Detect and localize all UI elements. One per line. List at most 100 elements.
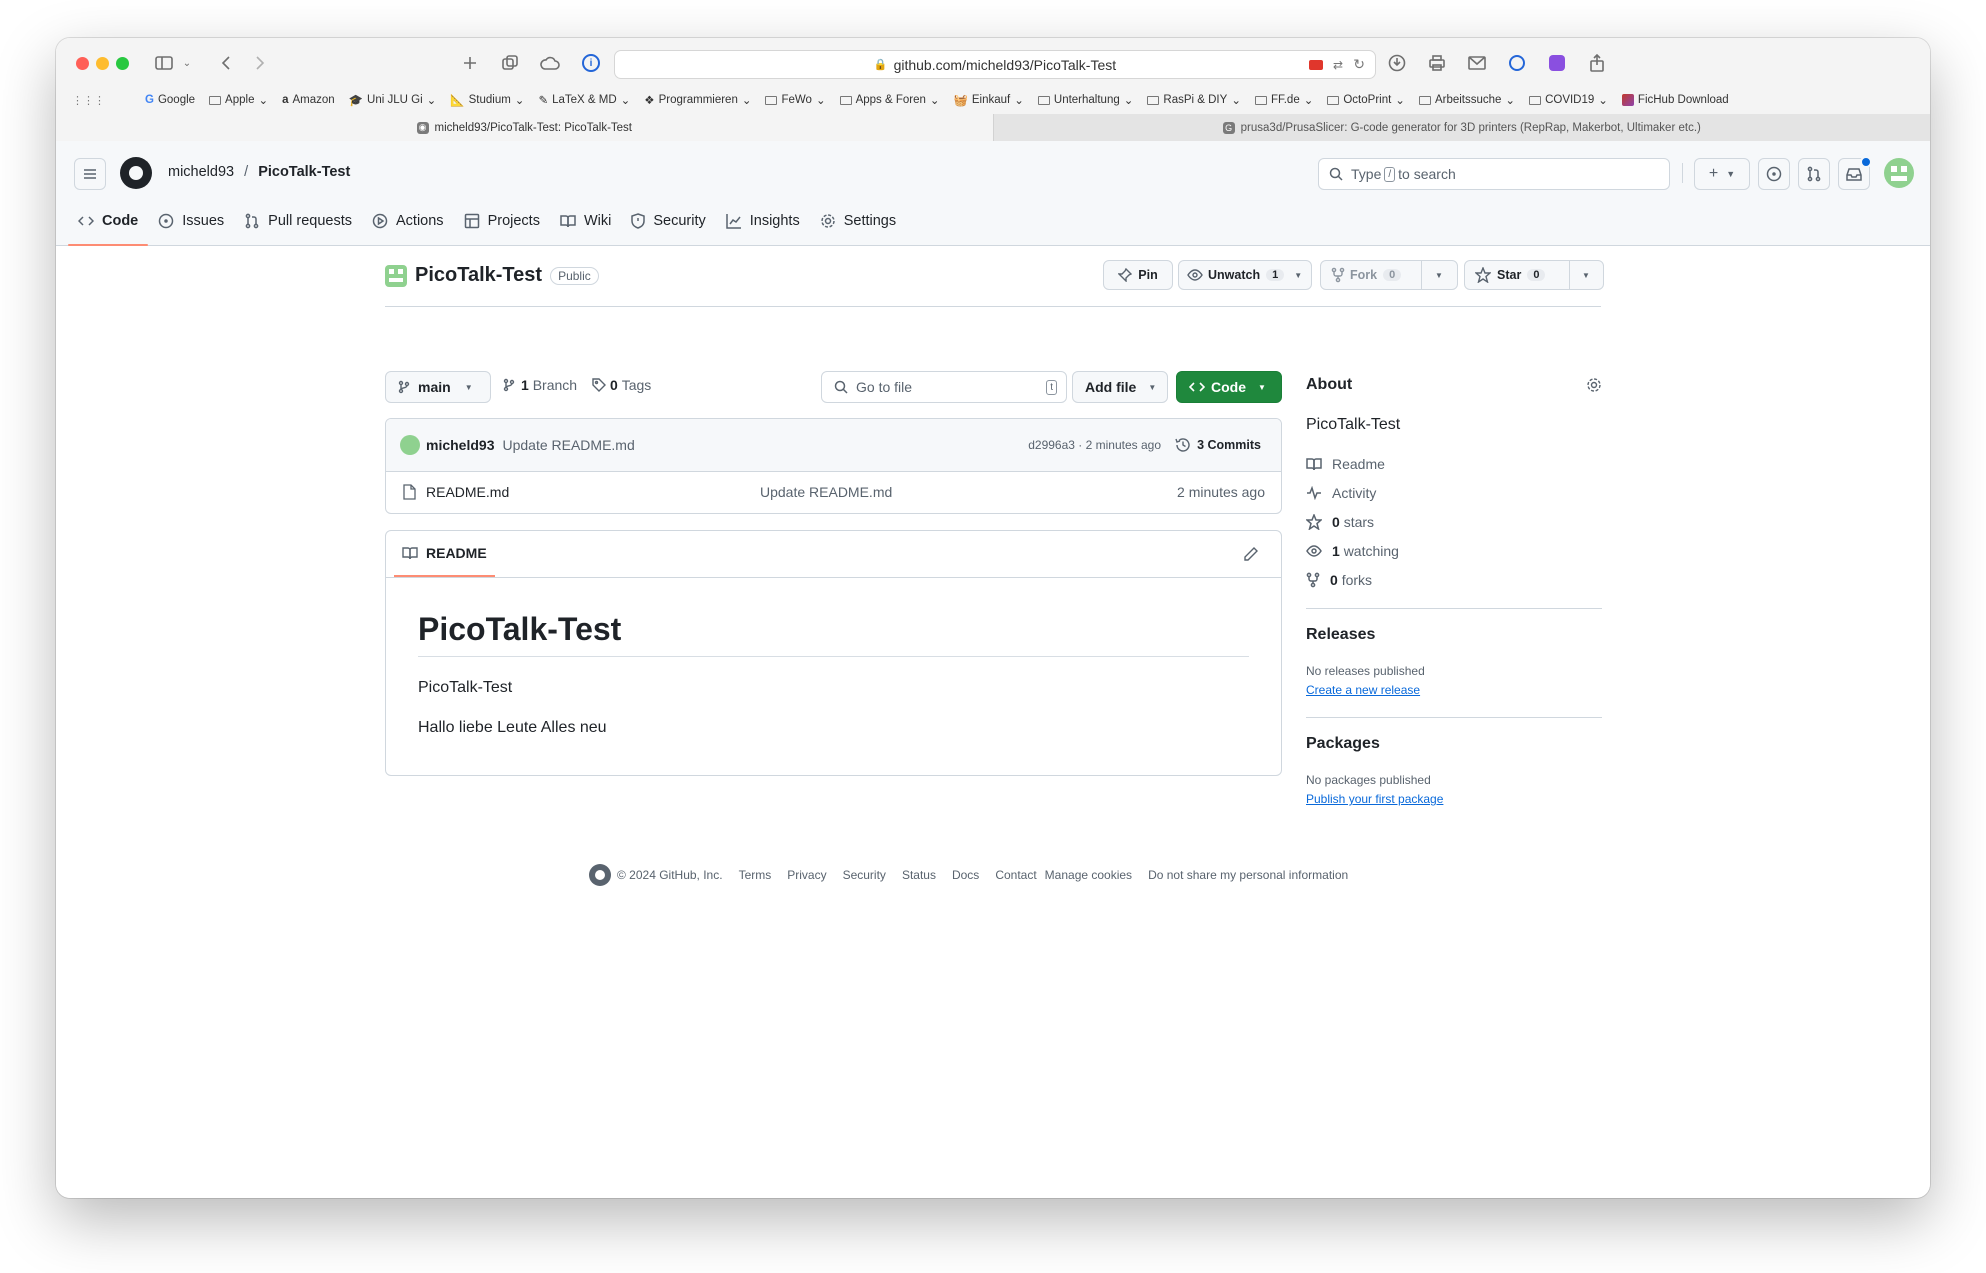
icloud-icon[interactable] <box>538 52 562 74</box>
inbox-button[interactable] <box>1838 156 1872 190</box>
back-button[interactable] <box>216 52 236 74</box>
readme-tab[interactable]: README <box>394 531 495 577</box>
bookmark-raspi[interactable]: RasPi & DIY ⌄ <box>1147 93 1241 107</box>
tab-actions[interactable]: Actions <box>362 197 454 245</box>
repo-link[interactable]: PicoTalk-Test <box>258 164 350 180</box>
footer-link-do-not-share[interactable]: Do not share my personal information <box>1148 868 1348 882</box>
bookmark-studium[interactable]: 📐 Studium ⌄ <box>450 93 524 107</box>
sidebar-toggle-icon[interactable] <box>152 52 176 74</box>
pencil-icon[interactable] <box>1243 546 1259 562</box>
close-window-button[interactable] <box>76 57 89 70</box>
bookmark-octoprint[interactable]: OctoPrint ⌄ <box>1327 93 1405 107</box>
footer-link-status[interactable]: Status <box>902 868 936 882</box>
branches-link[interactable]: 1 Branch <box>503 377 577 393</box>
file-commit-message[interactable]: Update README.md <box>760 484 892 500</box>
footer-link-terms[interactable]: Terms <box>739 868 772 882</box>
tab-picotalk[interactable]: ◉ micheld93/PicoTalk-Test: PicoTalk-Test <box>56 114 993 141</box>
apps-grid-icon[interactable]: ⋮⋮⋮ <box>72 94 105 107</box>
commits-link[interactable]: 3 Commits <box>1175 437 1261 453</box>
footer-link-privacy[interactable]: Privacy <box>787 868 826 882</box>
footer-link-docs[interactable]: Docs <box>952 868 979 882</box>
tab-issues[interactable]: Issues <box>148 197 234 245</box>
footer-link-contact[interactable]: Contact <box>995 868 1036 882</box>
releases-title[interactable]: Releases <box>1306 626 1375 644</box>
bookmark-fewo[interactable]: FeWo ⌄ <box>765 93 826 107</box>
bookmark-apps[interactable]: Apps & Foren ⌄ <box>839 93 940 107</box>
go-to-file-input[interactable]: Go to file t <box>821 371 1067 403</box>
commit-meta[interactable]: d2996a3 · 2 minutes ago <box>1028 438 1161 452</box>
repo-name[interactable]: PicoTalk-Test <box>415 264 542 287</box>
commit-message[interactable]: Update README.md <box>502 437 634 453</box>
extension-blue-icon[interactable] <box>1506 52 1528 74</box>
share-icon[interactable] <box>1586 52 1608 74</box>
star-button[interactable]: Star 0 ▼ <box>1464 260 1604 290</box>
pin-button[interactable]: Pin <box>1103 260 1173 290</box>
publish-package-link[interactable]: Publish your first package <box>1306 792 1443 806</box>
tab-wiki[interactable]: Wiki <box>550 197 621 245</box>
tab-prusaslicer[interactable]: Gprusa3d/PrusaSlicer: G-code generator f… <box>992 114 1930 141</box>
activity-link[interactable]: Activity <box>1306 485 1376 501</box>
gear-icon[interactable] <box>1586 377 1602 393</box>
bookmark-ffde[interactable]: FF.de ⌄ <box>1254 93 1313 107</box>
password-manager-icon[interactable]: i <box>580 52 602 74</box>
bookmark-programmieren[interactable]: ❖ Programmieren ⌄ <box>644 93 751 107</box>
bookmark-uni[interactable]: 🎓 Uni JLU Gi ⌄ <box>349 93 437 107</box>
code-button[interactable]: Code ▼ <box>1176 371 1282 403</box>
download-icon[interactable] <box>1386 52 1408 74</box>
readme-link[interactable]: Readme <box>1306 456 1385 472</box>
bookmark-covid[interactable]: COVID19 ⌄ <box>1529 93 1608 107</box>
avatar[interactable] <box>1884 158 1914 188</box>
address-bar[interactable]: 🔒 github.com/micheld93/PicoTalk-Test ⇄ ↻ <box>614 50 1376 79</box>
bookmark-google[interactable]: G Google <box>145 94 195 106</box>
fork-button[interactable]: Fork 0 ▼ <box>1320 260 1458 290</box>
add-file-button[interactable]: Add file ▼ <box>1072 371 1168 403</box>
print-icon[interactable] <box>1426 52 1448 74</box>
file-name[interactable]: README.md <box>426 484 509 500</box>
graph-icon <box>725 214 741 229</box>
bookmark-unterhaltung[interactable]: Unterhaltung ⌄ <box>1037 93 1133 107</box>
packages-title[interactable]: Packages <box>1306 735 1380 753</box>
commit-author[interactable]: micheld93 <box>426 437 494 453</box>
owner-link[interactable]: micheld93 <box>168 164 234 180</box>
menu-button[interactable] <box>74 158 106 190</box>
tab-code[interactable]: Code <box>68 197 149 246</box>
new-tab-icon[interactable] <box>460 52 480 74</box>
mail-icon[interactable] <box>1466 52 1488 74</box>
bookmark-amazon[interactable]: a Amazon <box>282 94 335 106</box>
bookmark-einkauf[interactable]: 🧺 Einkauf ⌄ <box>954 93 1024 107</box>
tab-projects[interactable]: Projects <box>454 197 550 245</box>
bookmark-latex[interactable]: ✎ LaTeX & MD ⌄ <box>538 93 630 107</box>
translate-icon[interactable]: ⇄ <box>1333 58 1343 72</box>
watching-link[interactable]: 1 watching <box>1306 543 1399 559</box>
issues-button[interactable] <box>1758 158 1790 190</box>
minimize-window-button[interactable] <box>96 57 109 70</box>
extension-purple-icon[interactable] <box>1546 52 1568 74</box>
search-input[interactable]: Type / to search <box>1318 158 1670 190</box>
tab-security[interactable]: Security <box>621 197 715 245</box>
extension-icon[interactable] <box>1309 59 1323 70</box>
bookmark-arbeitssuche[interactable]: Arbeitssuche ⌄ <box>1418 93 1515 107</box>
reload-icon[interactable]: ↻ <box>1353 56 1365 73</box>
forks-link[interactable]: 0 forks <box>1306 572 1372 588</box>
tags-link[interactable]: 0 Tags <box>592 377 651 393</box>
create-release-link[interactable]: Create a new release <box>1306 683 1420 697</box>
branch-select-button[interactable]: main ▼ <box>385 371 491 403</box>
tab-pull-requests[interactable]: Pull requests <box>234 197 362 245</box>
bookmark-fichub[interactable]: FicHub Download <box>1621 94 1729 106</box>
forward-button[interactable] <box>250 52 270 74</box>
tab-overview-icon[interactable] <box>500 52 520 74</box>
bookmark-apple[interactable]: Apple ⌄ <box>209 93 268 107</box>
zoom-window-button[interactable] <box>116 57 129 70</box>
footer-link-manage-cookies[interactable]: Manage cookies <box>1045 868 1132 882</box>
table-row[interactable]: README.md Update README.md 2 minutes ago <box>386 471 1281 513</box>
github-logo-icon[interactable] <box>120 157 152 189</box>
pull-requests-button[interactable] <box>1798 158 1830 190</box>
footer-link-security[interactable]: Security <box>843 868 886 882</box>
github-logo-icon[interactable] <box>589 864 611 886</box>
chevron-down-icon[interactable]: ⌄ <box>180 52 194 74</box>
create-new-button[interactable]: + ▼ <box>1694 158 1750 190</box>
unwatch-button[interactable]: Unwatch 1 ▼ <box>1178 260 1312 290</box>
stars-link[interactable]: 0 stars <box>1306 514 1374 530</box>
tab-insights[interactable]: Insights <box>716 197 810 245</box>
tab-settings[interactable]: Settings <box>810 197 906 245</box>
